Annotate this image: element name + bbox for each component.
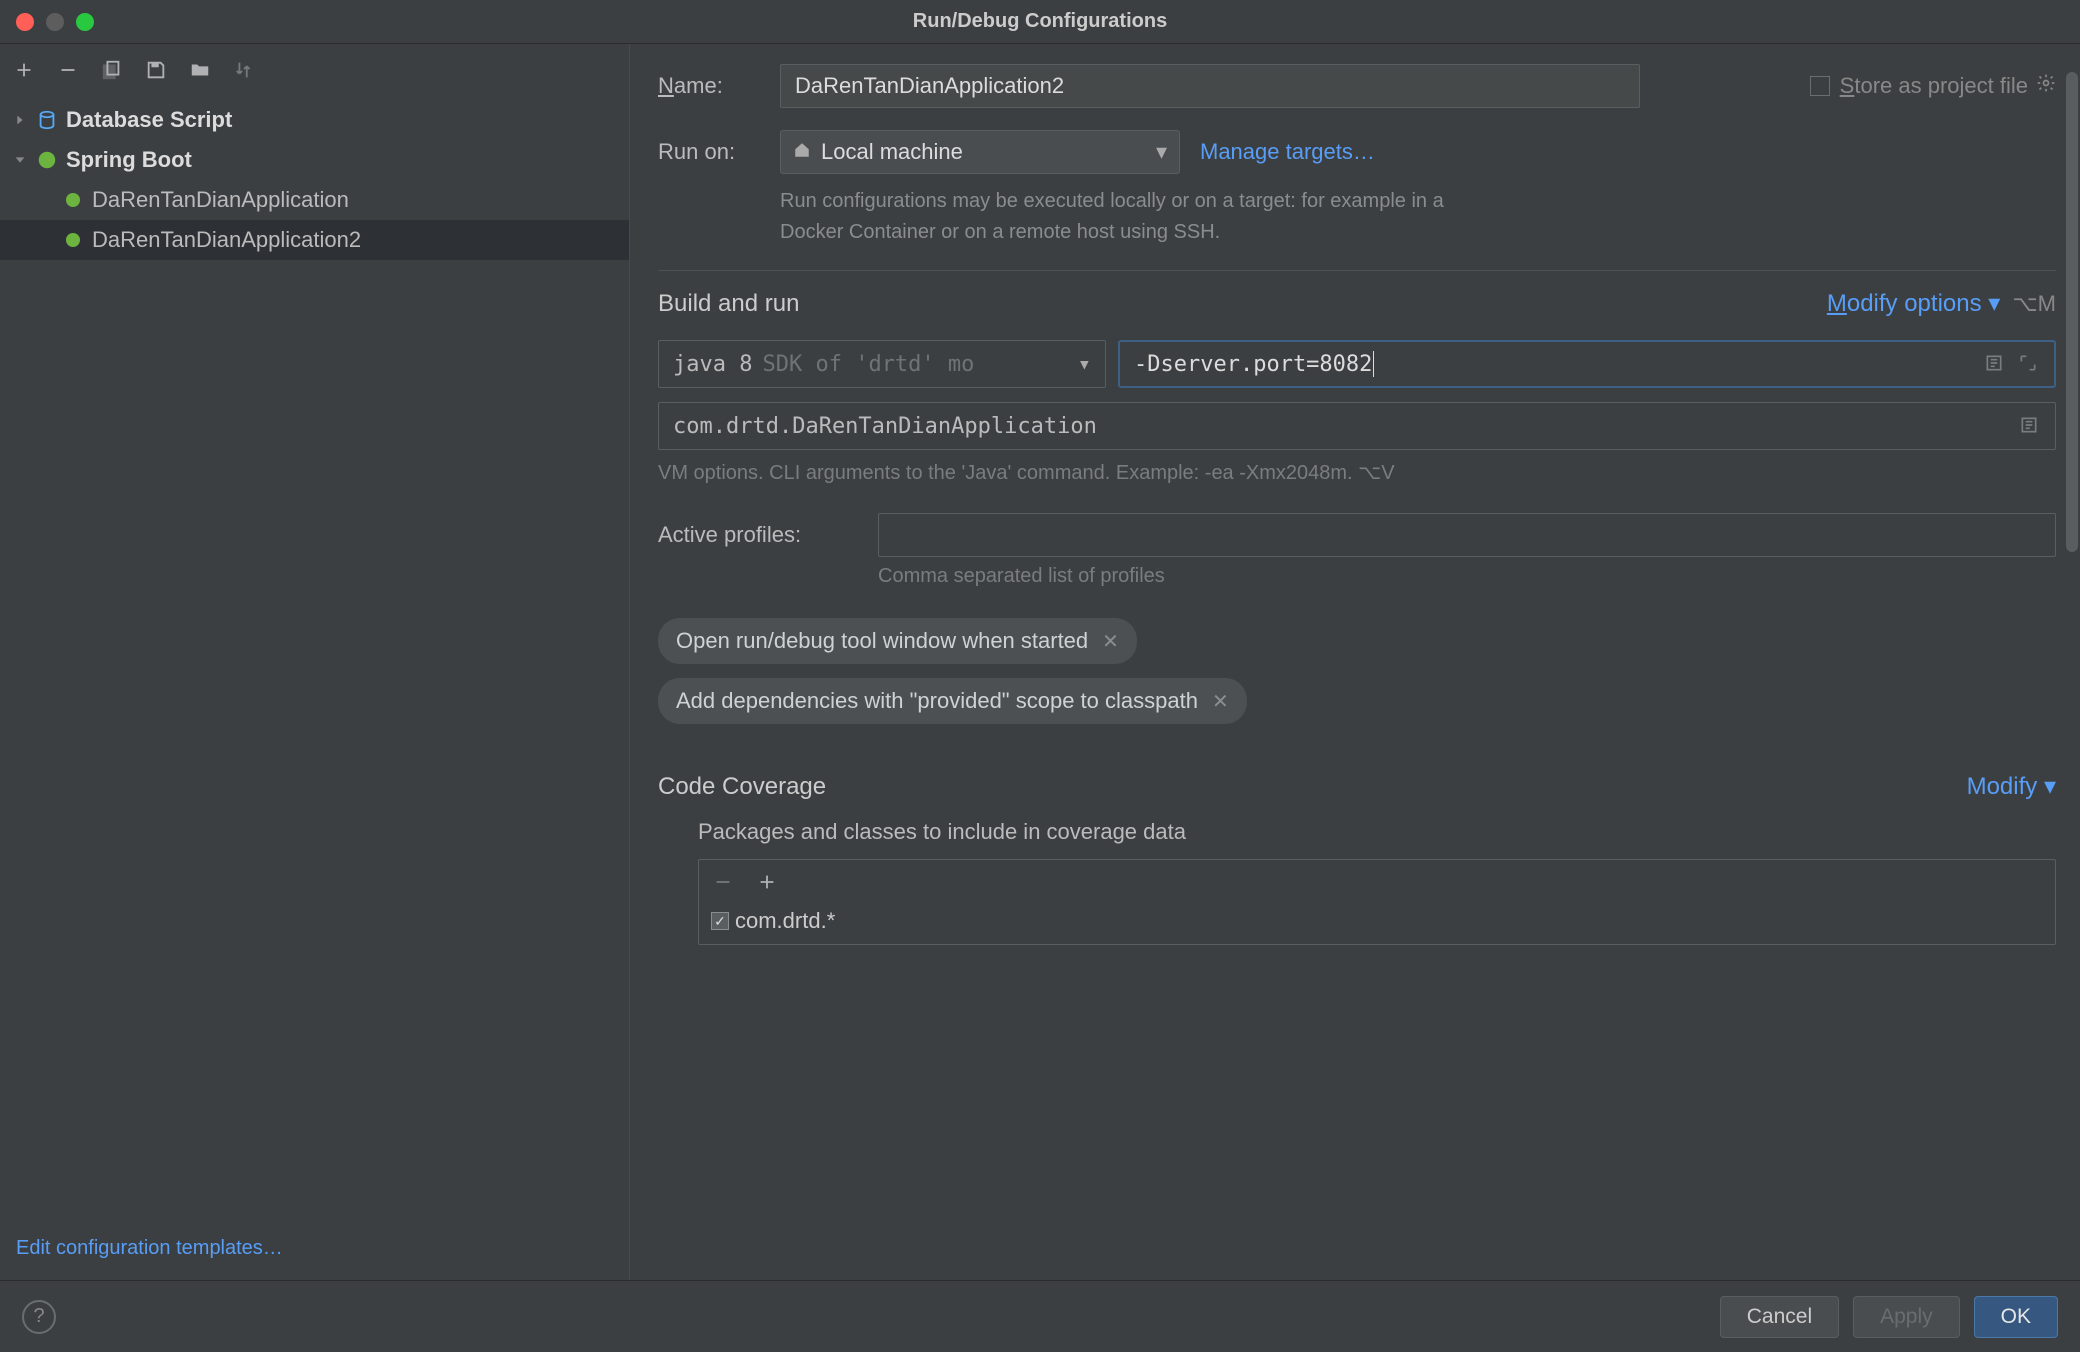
ok-button[interactable]: OK	[1974, 1296, 2058, 1338]
divider	[658, 270, 2056, 271]
tree-group-spring-boot[interactable]: Spring Boot	[0, 140, 629, 180]
build-section-title: Build and run	[658, 290, 799, 318]
maximize-window-icon[interactable]	[76, 13, 94, 31]
sidebar: Database Script Spring Boot DaRenTanDian…	[0, 44, 630, 1280]
runon-value: Local machine	[821, 139, 963, 165]
main-class-value: com.drtd.DaRenTanDianApplication	[673, 414, 1097, 439]
chip-provided-scope[interactable]: Add dependencies with "provided" scope t…	[658, 678, 1247, 724]
coverage-item[interactable]: ✓ com.drtd.*	[699, 904, 2055, 944]
chevron-down-icon: ▾	[1156, 139, 1167, 165]
vm-hint: VM options. CLI arguments to the 'Java' …	[658, 460, 2056, 485]
tree-item-label: DaRenTanDianApplication	[92, 187, 349, 213]
jdk-dropdown[interactable]: java 8 SDK of 'drtd' mo ▾	[658, 340, 1106, 388]
tree-item-label: DaRenTanDianApplication2	[92, 227, 361, 253]
tree-group-label: Database Script	[66, 107, 232, 133]
config-tree: Database Script Spring Boot DaRenTanDian…	[0, 96, 629, 1223]
window-title: Run/Debug Configurations	[913, 10, 1167, 33]
list-icon[interactable]	[2019, 415, 2041, 437]
coverage-section-title: Code Coverage	[658, 773, 826, 801]
chevron-down-icon: ▾	[2044, 773, 2056, 800]
chip-open-tool-window[interactable]: Open run/debug tool window when started …	[658, 618, 1137, 664]
close-window-icon[interactable]	[16, 13, 34, 31]
coverage-checkbox[interactable]: ✓	[711, 912, 729, 930]
spring-leaf-icon	[62, 229, 84, 251]
coverage-list: ✓ com.drtd.*	[698, 859, 2056, 945]
runon-hint: Run configurations may be executed local…	[780, 186, 1510, 248]
copy-icon[interactable]	[100, 58, 124, 82]
spring-icon	[36, 149, 58, 171]
cancel-button[interactable]: Cancel	[1720, 1296, 1839, 1338]
remove-icon[interactable]	[56, 58, 80, 82]
store-as-project-checkbox[interactable]	[1810, 76, 1830, 96]
profiles-hint: Comma separated list of profiles	[878, 565, 2056, 588]
chip-label: Open run/debug tool window when started	[676, 628, 1088, 654]
edit-templates-link[interactable]: Edit configuration templates…	[16, 1237, 283, 1259]
home-icon	[793, 139, 811, 165]
expand-icon[interactable]	[2018, 353, 2040, 375]
close-icon[interactable]: ✕	[1212, 689, 1229, 714]
chevron-right-icon	[12, 112, 28, 128]
close-icon[interactable]: ✕	[1102, 629, 1119, 654]
config-form: Name: Store as project file Run on: Loca…	[630, 44, 2080, 1280]
name-label: Name:	[658, 73, 780, 99]
name-input[interactable]	[780, 64, 1640, 108]
apply-button[interactable]: Apply	[1853, 1296, 1960, 1338]
minimize-window-icon	[46, 13, 64, 31]
folder-icon[interactable]	[188, 58, 212, 82]
profiles-label: Active profiles:	[658, 522, 878, 548]
chip-label: Add dependencies with "provided" scope t…	[676, 688, 1198, 714]
chevron-down-icon: ▾	[1988, 290, 2000, 317]
chevron-down-icon	[12, 152, 28, 168]
tree-group-label: Spring Boot	[66, 147, 192, 173]
add-icon[interactable]	[755, 870, 779, 894]
jdk-hint: SDK of 'drtd' mo	[762, 352, 974, 377]
gear-icon[interactable]	[2036, 73, 2056, 99]
help-icon[interactable]: ?	[22, 1300, 56, 1334]
runon-dropdown[interactable]: Local machine ▾	[780, 130, 1180, 174]
tree-group-database-script[interactable]: Database Script	[0, 100, 629, 140]
remove-icon[interactable]	[711, 870, 735, 894]
modify-options-link[interactable]: Modify options ▾	[1827, 289, 2000, 318]
modify-shortcut: ⌥M	[2012, 291, 2056, 317]
window-controls	[16, 13, 94, 31]
tree-item-app2[interactable]: DaRenTanDianApplication2	[0, 220, 629, 260]
spring-leaf-icon	[62, 189, 84, 211]
jdk-value: java 8	[673, 352, 752, 377]
save-icon[interactable]	[144, 58, 168, 82]
coverage-item-label: com.drtd.*	[735, 908, 835, 934]
database-icon	[36, 109, 58, 131]
sort-icon[interactable]	[232, 58, 256, 82]
vm-options-input[interactable]: -Dserver.port=8082	[1118, 340, 2056, 388]
manage-targets-link[interactable]: Manage targets…	[1200, 139, 1375, 165]
coverage-subtitle: Packages and classes to include in cover…	[698, 819, 2056, 845]
vm-options-value: -Dserver.port=8082	[1134, 352, 1372, 377]
coverage-modify-link[interactable]: Modify ▾	[1967, 772, 2056, 801]
titlebar: Run/Debug Configurations	[0, 0, 2080, 44]
scrollbar-thumb[interactable]	[2066, 72, 2078, 552]
runon-label: Run on:	[658, 139, 780, 165]
sidebar-toolbar	[0, 44, 629, 96]
text-cursor	[1373, 351, 1374, 377]
main-class-input[interactable]: com.drtd.DaRenTanDianApplication	[658, 402, 2056, 450]
bottombar: ? Cancel Apply OK	[0, 1280, 2080, 1352]
add-icon[interactable]	[12, 58, 36, 82]
tree-item-app1[interactable]: DaRenTanDianApplication	[0, 180, 629, 220]
store-as-project-label: Store as project file	[1840, 73, 2028, 99]
profiles-input[interactable]	[878, 513, 2056, 557]
history-icon[interactable]	[1984, 353, 2006, 375]
chevron-down-icon: ▾	[1078, 352, 1091, 377]
